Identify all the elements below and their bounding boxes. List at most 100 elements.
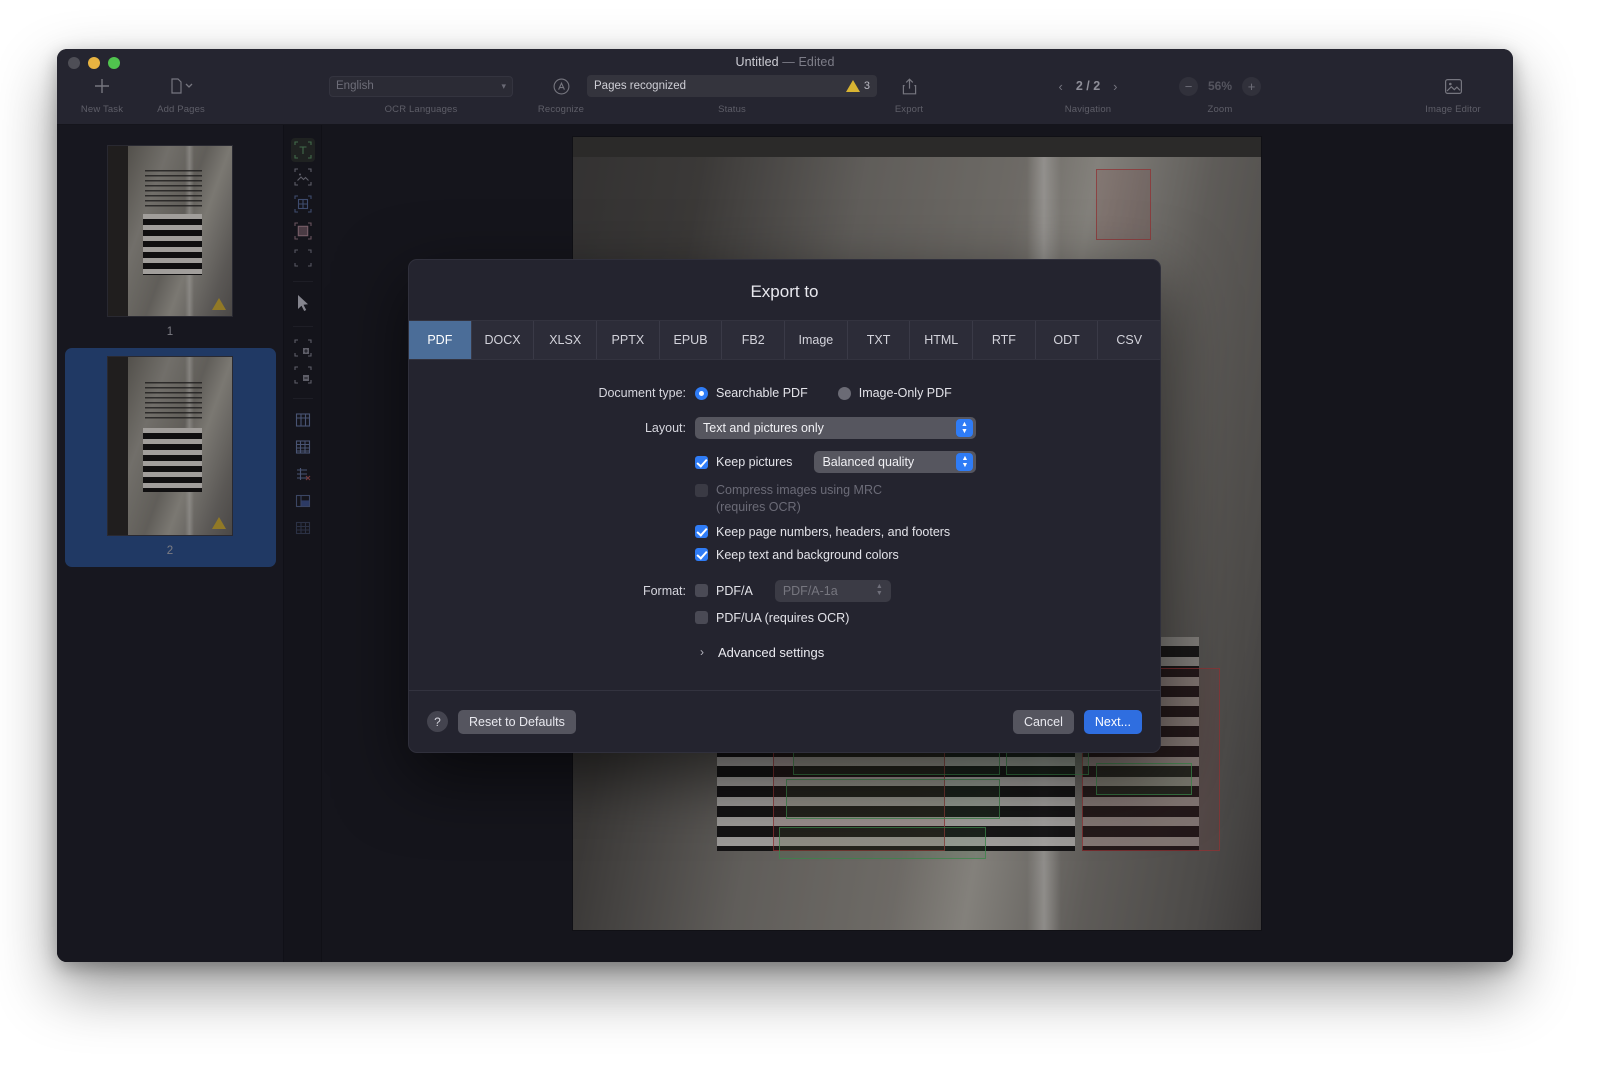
checkbox-compress-mrc[interactable] <box>695 484 708 497</box>
recognize-a-icon <box>529 73 593 99</box>
format-pdfua-row: PDF/UA (requires OCR) <box>409 611 1160 625</box>
toolbar-image-editor[interactable]: Image Editor <box>1405 73 1501 115</box>
keep-colors-row: Keep text and background colors <box>409 548 1160 562</box>
tab-label: DOCX <box>484 333 520 347</box>
compress-mrc-row: Compress images using MRC (requires OCR) <box>409 482 1160 516</box>
tab-image[interactable]: Image <box>785 321 848 359</box>
chevron-down-icon: ▾ <box>501 81 506 92</box>
keep-page-numbers-row: Keep page numbers, headers, and footers <box>409 525 1160 539</box>
radio-image-only-pdf-label: Image-Only PDF <box>859 386 952 400</box>
chevron-left-icon[interactable]: ‹ <box>1058 79 1062 94</box>
toolbar-new-task[interactable]: New Task <box>71 73 133 115</box>
tab-pptx[interactable]: PPTX <box>597 321 660 359</box>
stepper-icon[interactable]: ▲▼ <box>871 582 888 600</box>
tab-label: TXT <box>867 333 891 347</box>
dialog-title: Export to <box>409 260 1160 320</box>
tab-label: PPTX <box>612 333 645 347</box>
tab-docx[interactable]: DOCX <box>472 321 535 359</box>
toolbar-ocr-languages[interactable]: English ▾ OCR Languages <box>329 73 513 115</box>
checkbox-keep-pictures[interactable] <box>695 456 708 469</box>
checkbox-pdfua[interactable] <box>695 611 708 624</box>
help-button[interactable]: ? <box>427 711 448 732</box>
plus-circle-icon[interactable]: + <box>1242 77 1261 96</box>
toolbar-add-pages-label: Add Pages <box>142 104 220 115</box>
radio-searchable-pdf[interactable] <box>695 387 708 400</box>
tab-csv[interactable]: CSV <box>1098 321 1160 359</box>
ocr-language-select[interactable]: English ▾ <box>329 76 513 97</box>
toolbar-ocr-languages-label: OCR Languages <box>329 104 513 115</box>
picture-quality-select[interactable]: Balanced quality ▲▼ <box>814 451 976 473</box>
image-editor-icon <box>1405 73 1501 99</box>
checkbox-keep-page-numbers[interactable] <box>695 525 708 538</box>
tab-rtf[interactable]: RTF <box>973 321 1036 359</box>
reset-to-defaults-button[interactable]: Reset to Defaults <box>458 710 576 734</box>
ocr-language-value: English <box>336 80 374 92</box>
screenshot-root: Untitled — Edited New Task Ad <box>0 0 1600 1066</box>
stepper-icon[interactable]: ▲▼ <box>956 453 973 471</box>
advanced-settings-row[interactable]: › Advanced settings <box>409 645 1160 660</box>
toolbar-navigation-label: Navigation <box>1023 104 1153 115</box>
keep-colors-label: Keep text and background colors <box>716 548 899 562</box>
tab-label: CSV <box>1116 333 1142 347</box>
document-type-label: Document type: <box>409 386 695 400</box>
tab-pdf[interactable]: PDF <box>409 321 472 359</box>
toolbar-export-label: Export <box>877 104 941 115</box>
window-title-text: Untitled <box>736 55 779 69</box>
tab-xlsx[interactable]: XLSX <box>534 321 597 359</box>
layout-select[interactable]: Text and pictures only ▲▼ <box>695 417 976 439</box>
radio-searchable-pdf-label: Searchable PDF <box>716 386 808 400</box>
tab-label: PDF <box>427 333 452 347</box>
toolbar-recognize-label: Recognize <box>529 104 593 115</box>
advanced-settings-label: Advanced settings <box>718 645 824 660</box>
tab-label: EPUB <box>674 333 708 347</box>
tab-label: XLSX <box>549 333 581 347</box>
window-title: Untitled — Edited <box>57 55 1513 69</box>
layout-value: Text and pictures only <box>703 421 824 435</box>
cancel-button[interactable]: Cancel <box>1013 710 1074 734</box>
toolbar-export[interactable]: Export <box>877 73 941 115</box>
toolbar-new-task-label: New Task <box>71 104 133 115</box>
tab-html[interactable]: HTML <box>910 321 973 359</box>
tab-epub[interactable]: EPUB <box>660 321 723 359</box>
tab-label: FB2 <box>742 333 765 347</box>
status-warning-count: 3 <box>864 80 870 92</box>
compress-mrc-label-line2: (requires OCR) <box>716 499 882 516</box>
window-titlebar: Untitled — Edited New Task Ad <box>57 49 1513 125</box>
checkbox-pdfa[interactable] <box>695 584 708 597</box>
tab-label: ODT <box>1053 333 1079 347</box>
chevron-right-icon[interactable]: › <box>1113 79 1117 94</box>
compress-mrc-label-line1: Compress images using MRC <box>716 482 882 499</box>
tab-label: HTML <box>924 333 958 347</box>
tab-txt[interactable]: TXT <box>848 321 911 359</box>
radio-image-only-pdf[interactable] <box>838 387 851 400</box>
page-indicator: 2 / 2 <box>1076 79 1100 93</box>
warning-triangle-icon <box>846 80 860 92</box>
pdfa-version-select[interactable]: PDF/A-1a ▲▼ <box>775 580 891 602</box>
stepper-icon[interactable]: ▲▼ <box>956 419 973 437</box>
tab-label: Image <box>798 333 833 347</box>
picture-quality-value: Balanced quality <box>822 455 914 469</box>
toolbar-zoom-label: Zoom <box>1161 104 1279 115</box>
toolbar-add-pages[interactable]: Add Pages <box>142 73 220 115</box>
toolbar-zoom: − 56% + Zoom <box>1161 73 1279 115</box>
window-title-state: Edited <box>798 55 834 69</box>
toolbar-status-label: Status <box>587 104 877 115</box>
tab-odt[interactable]: ODT <box>1036 321 1099 359</box>
status-badge[interactable]: 3 <box>846 80 870 92</box>
toolbar-image-editor-label: Image Editor <box>1405 104 1501 115</box>
keep-pictures-row: Keep pictures Balanced quality ▲▼ <box>409 451 1160 473</box>
checkbox-keep-colors[interactable] <box>695 548 708 561</box>
toolbar-navigation: ‹ 2 / 2 › Navigation <box>1023 73 1153 115</box>
plus-icon <box>71 73 133 99</box>
toolbar-recognize[interactable]: Recognize <box>529 73 593 115</box>
tab-fb2[interactable]: FB2 <box>722 321 785 359</box>
pdfua-label: PDF/UA (requires OCR) <box>716 611 849 625</box>
next-button[interactable]: Next... <box>1084 710 1142 734</box>
minus-circle-icon[interactable]: − <box>1179 77 1198 96</box>
pdfa-version-value: PDF/A-1a <box>783 584 838 598</box>
share-upload-icon <box>877 73 941 99</box>
status-field: Pages recognized 3 <box>587 75 877 97</box>
zoom-value: 56% <box>1208 79 1232 93</box>
layout-row: Layout: Text and pictures only ▲▼ <box>409 417 1160 439</box>
dialog-body: Document type: Searchable PDF Image-Only… <box>409 360 1160 660</box>
